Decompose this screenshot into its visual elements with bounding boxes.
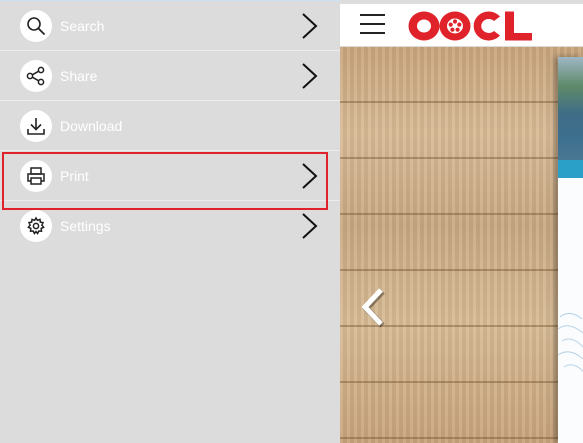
chevron-left-icon[interactable] (357, 286, 389, 328)
side-menu: Search Share Download Print Settings (0, 0, 340, 443)
gear-icon (20, 210, 52, 242)
top-bar (340, 4, 583, 47)
page-photo (558, 57, 583, 160)
chevron-right-icon (302, 12, 318, 39)
menu-item-label: Download (60, 117, 123, 134)
search-icon (20, 9, 52, 42)
menu-item-label: Share (60, 67, 98, 84)
page-decoration (558, 313, 583, 372)
menu-item-settings[interactable]: Settings (0, 201, 340, 251)
menu-item-print[interactable]: Print (0, 151, 340, 201)
menu-item-label: Settings (60, 218, 111, 234)
share-icon (20, 59, 52, 92)
chevron-right-icon (302, 62, 318, 89)
page-preview[interactable] (558, 57, 583, 443)
menu-item-download[interactable]: Download (0, 101, 340, 151)
menu-item-search[interactable]: Search (0, 1, 340, 51)
chevron-right-icon (302, 162, 318, 189)
hamburger-icon[interactable] (360, 14, 385, 36)
printer-icon (20, 159, 52, 192)
menu-item-label: Search (60, 17, 105, 34)
menu-item-label: Print (60, 167, 89, 184)
wood-background (340, 47, 583, 443)
download-icon (20, 109, 52, 142)
oocl-logo (408, 11, 532, 41)
chevron-right-icon (302, 213, 318, 239)
page-band (558, 160, 583, 178)
menu-item-share[interactable]: Share (0, 51, 340, 101)
